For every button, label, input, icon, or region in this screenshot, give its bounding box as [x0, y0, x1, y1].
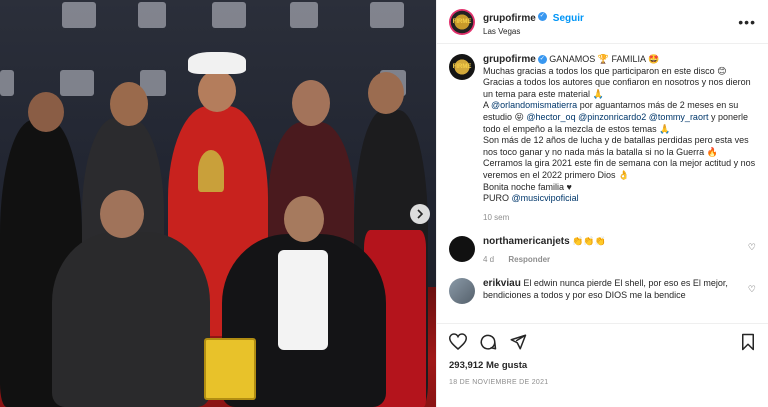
backdrop-logo — [0, 70, 14, 96]
caption-line: GANAMOS 🏆 FAMILIA 🤩 — [549, 54, 660, 64]
post-side-panel: FIRME grupofirme ✓ Seguir Las Vegas ••• FI… — [436, 0, 768, 407]
action-icons — [448, 332, 756, 354]
caption-line: Cerramos la gira 2021 este fin de semana… — [483, 158, 756, 180]
mention-link[interactable]: @hector_oq — [526, 112, 575, 122]
reply-button[interactable]: Responder — [508, 255, 550, 264]
avatar[interactable] — [449, 235, 475, 262]
caption-line: Muchas gracias a todos los que participa… — [483, 65, 727, 76]
person-head — [284, 196, 324, 242]
chevron-right-icon — [417, 209, 424, 219]
grammy-trophy — [198, 150, 224, 192]
backdrop-logo — [290, 2, 318, 28]
comment-username[interactable]: northamericanjets — [483, 236, 570, 247]
caption: FIRME grupofirme ✓ GANAMOS 🏆 FAMILIA 🤩 Mu… — [449, 54, 756, 205]
caption-text: grupofirme ✓ GANAMOS 🏆 FAMILIA 🤩 Muchas g… — [483, 54, 756, 205]
person-head — [100, 190, 144, 238]
mention-link[interactable]: @musicvipoficial — [512, 193, 579, 203]
caption-line: Gracias a todos los autores que confiaro… — [483, 77, 751, 99]
comment-like-heart-icon[interactable]: ♡ — [748, 284, 756, 295]
comment-meta: 4 d Responder — [483, 255, 624, 264]
mention-link[interactable]: @tommy_raort — [649, 112, 709, 122]
comment-body: 👏👏👏 — [572, 235, 606, 246]
avatar[interactable] — [449, 278, 475, 305]
share-icon[interactable] — [509, 333, 527, 354]
white-shirt — [278, 250, 328, 350]
likes-count[interactable]: 293,912 Me gusta — [449, 360, 756, 371]
comment-username[interactable]: erikviau — [483, 278, 521, 289]
caption-timestamp[interactable]: 10 sem — [483, 213, 756, 222]
instagram-post: FIRME grupofirme ✓ Seguir Las Vegas ••• FI… — [0, 0, 768, 407]
post-date[interactable]: 18 DE NOVIEMBRE DE 2021 — [449, 379, 756, 386]
chucky-doll-box — [204, 338, 256, 400]
person-head — [368, 72, 404, 114]
caption-line: PURO @musicvipoficial — [483, 193, 579, 204]
comments-section[interactable]: FIRME grupofirme ✓ GANAMOS 🏆 FAMILIA 🤩 Mu… — [437, 44, 768, 323]
person — [52, 232, 210, 407]
post-header: FIRME grupofirme ✓ Seguir Las Vegas ••• — [437, 0, 768, 44]
action-bar: 293,912 Me gusta 18 DE NOVIEMBRE DE 2021 — [437, 323, 768, 407]
verified-badge-icon: ✓ — [537, 55, 547, 65]
backdrop-logo — [60, 70, 94, 96]
mention-link[interactable]: @orlandomismatierra — [491, 100, 577, 110]
post-photo[interactable] — [0, 0, 436, 407]
caption-line: Son más de 12 años de lucha y de batalla… — [483, 135, 749, 157]
person-head — [292, 80, 330, 126]
comment-timestamp[interactable]: 4 d — [483, 255, 494, 264]
verified-badge-icon: ✓ — [537, 11, 547, 21]
person-head — [28, 92, 64, 132]
comment-text: erikviau El edwin nunca pierde El shell,… — [483, 278, 756, 301]
next-photo-button[interactable] — [410, 204, 430, 224]
avatar[interactable]: FIRME — [449, 8, 475, 35]
comment: erikviau El edwin nunca pierde El shell,… — [449, 278, 756, 305]
backdrop-logo — [370, 2, 404, 28]
person-head — [198, 70, 236, 112]
username-link[interactable]: grupofirme — [483, 13, 536, 24]
comment-like-heart-icon[interactable]: ♡ — [748, 242, 756, 253]
caption-username[interactable]: grupofirme — [483, 54, 536, 65]
heart-icon[interactable] — [448, 333, 468, 353]
comment-icon[interactable] — [479, 333, 497, 354]
mention-link[interactable]: @pinzonricardo2 — [578, 112, 646, 122]
comment: northamericanjets 👏👏👏 4 d Responder ♡ — [449, 235, 756, 264]
more-options-icon[interactable]: ••• — [738, 14, 756, 30]
caption-line: A @orlandomismatierra por aguantarnos má… — [483, 100, 748, 134]
follow-button[interactable]: Seguir — [553, 13, 584, 24]
avatar[interactable]: FIRME — [449, 54, 475, 80]
bookmark-icon[interactable] — [740, 333, 756, 354]
location-link[interactable]: Las Vegas — [483, 27, 584, 36]
person-head — [110, 82, 148, 126]
caption-line: Bonita noche familia ♥ — [483, 181, 572, 192]
comment-text: northamericanjets 👏👏👏 — [483, 236, 624, 248]
cowboy-hat — [188, 52, 246, 74]
backdrop-logo — [138, 2, 166, 28]
backdrop-logo — [62, 2, 96, 28]
backdrop-logo — [212, 2, 246, 28]
